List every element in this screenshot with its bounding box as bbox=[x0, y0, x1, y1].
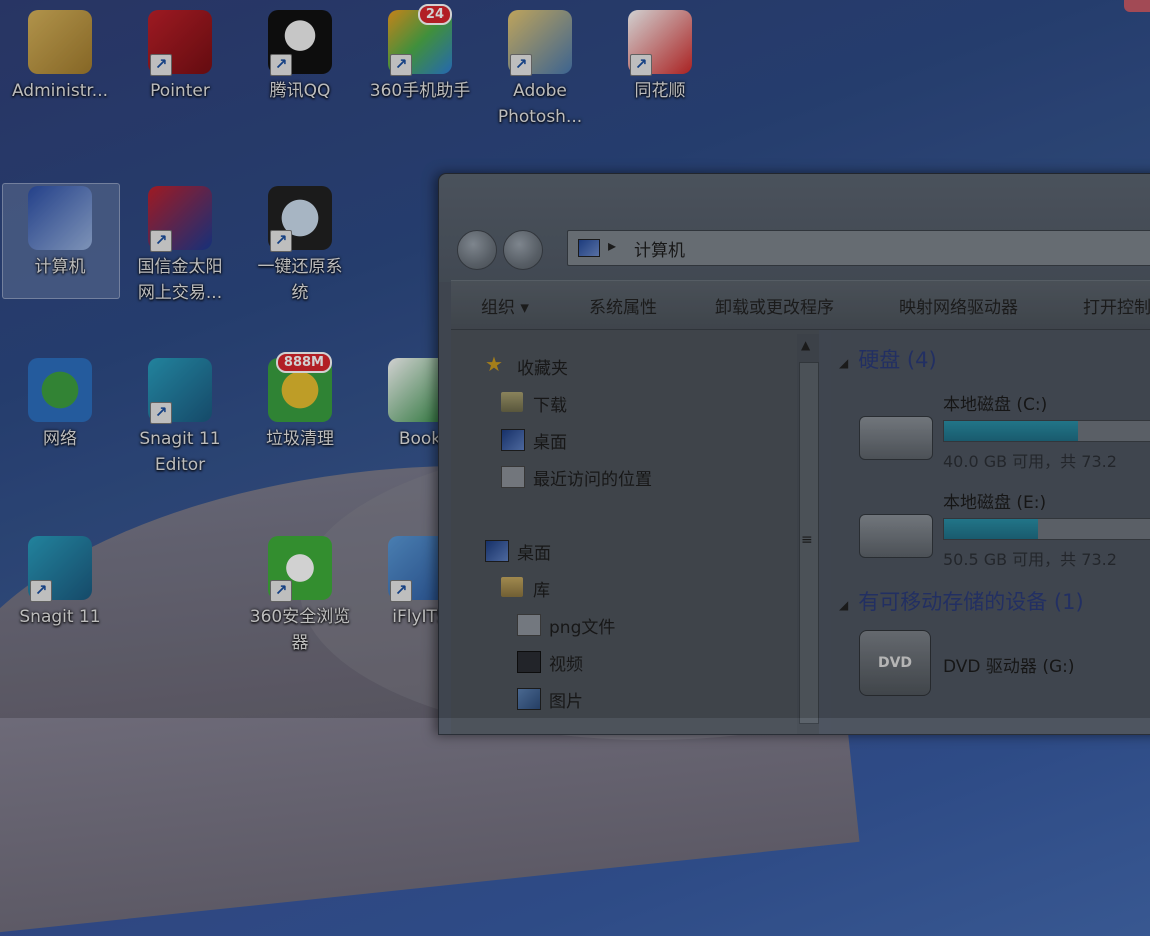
corner-close-icon[interactable] bbox=[1124, 0, 1150, 12]
screen-dim-overlay bbox=[0, 0, 1150, 718]
